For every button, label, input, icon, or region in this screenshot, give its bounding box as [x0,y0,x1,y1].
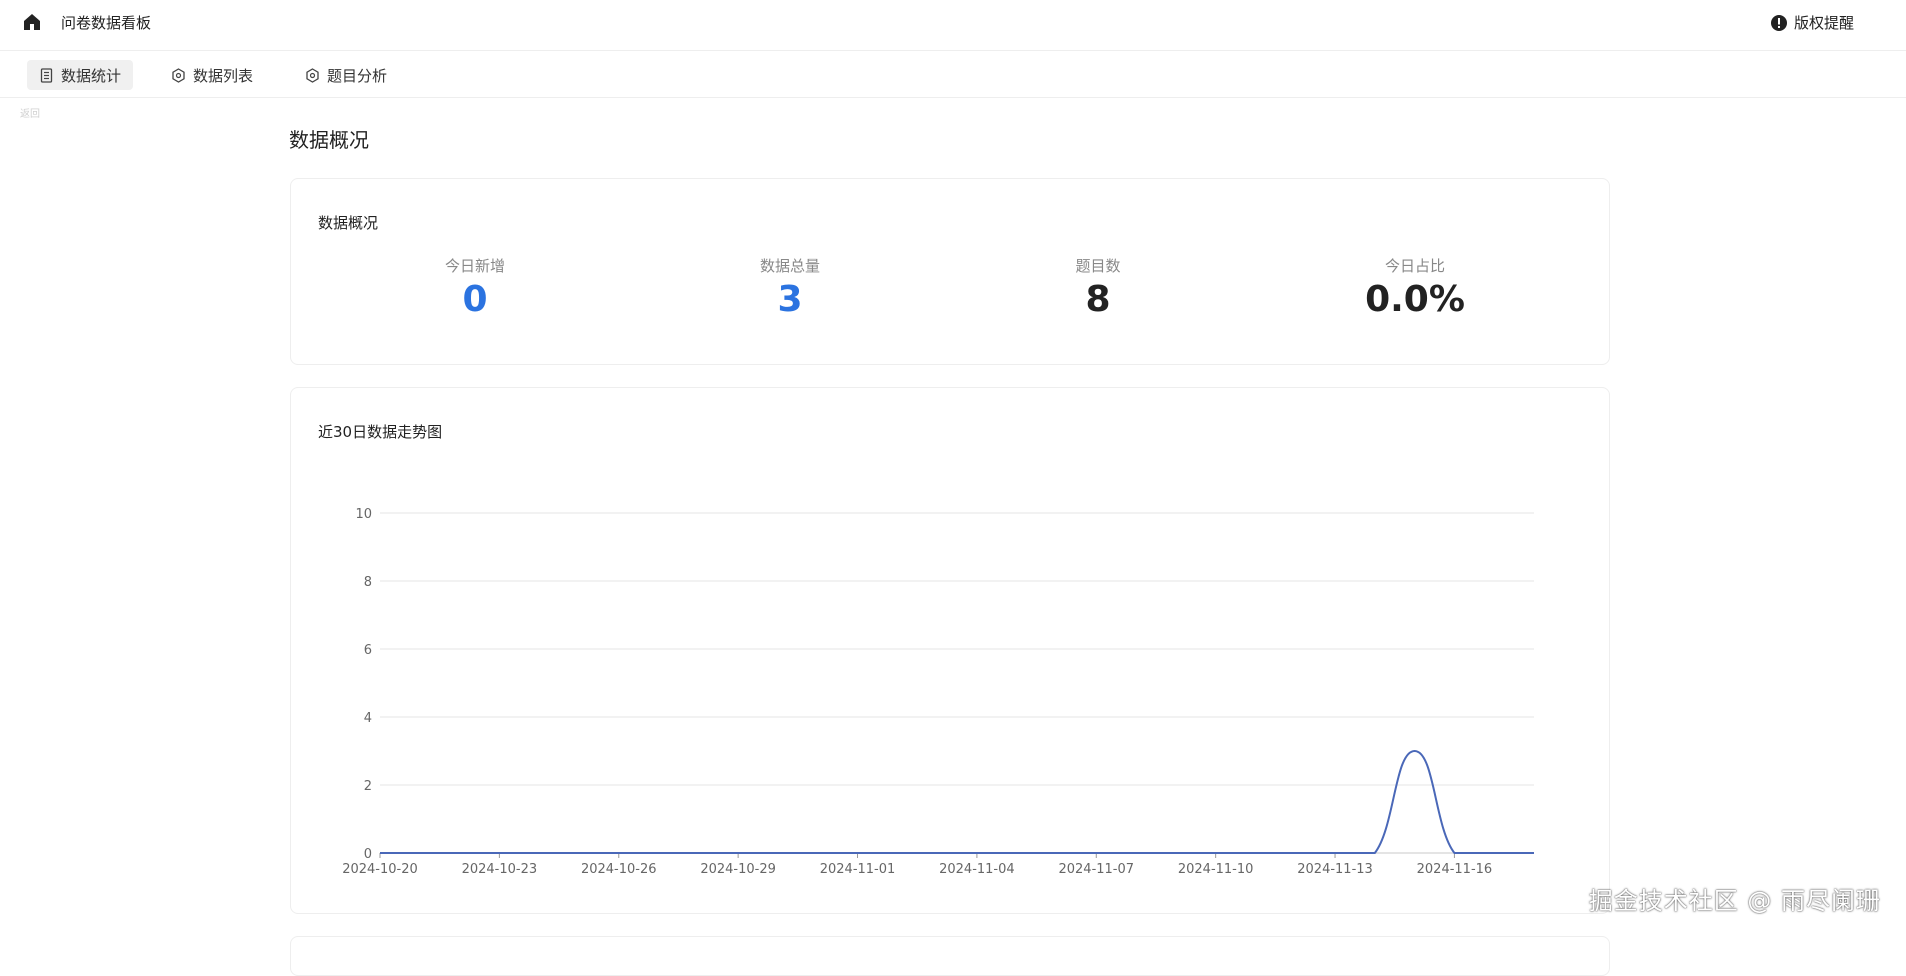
next-card [290,936,1610,976]
app-title: 问卷数据看板 [61,14,152,32]
x-tick-label: 2024-10-29 [700,862,776,877]
series-line [380,749,1534,854]
overview-card: 数据概况 今日新增 0 数据总量 3 题目数 8 今日占比 0.0% [290,178,1610,365]
y-tick-label: 0 [364,847,372,862]
ghost-label: 返回 [20,109,40,120]
hexagon-icon [306,67,319,83]
watermark: 掘金技术社区 @ 雨尽阑珊 [1588,887,1881,915]
stat-value: 0 [462,279,488,320]
tab-label: 数据列表 [193,66,254,85]
x-tick-label: 2024-10-23 [462,862,538,877]
overview-card-title: 数据概况 [318,214,379,232]
top-header: 问卷数据看板 版权提醒 [0,0,1906,51]
document-icon [40,67,53,83]
home-icon[interactable] [22,12,42,32]
x-tick-label: 2024-11-07 [1058,862,1134,877]
trend-line-chart: 0 2 4 6 8 10 2024-10-20 2024-10-23 2024-10-26 202… [342,507,1534,877]
page-heading: 数据概况 [289,128,369,152]
copyright-label: 版权提醒 [1793,14,1854,32]
tab-label: 数据统计 [61,66,122,85]
y-tick-label: 6 [364,643,372,658]
stat-total: 数据总量 3 [690,255,890,322]
y-tick-label: 4 [364,711,372,726]
tab-data-statistics[interactable]: 数据统计 [27,60,134,90]
copyright-notice-button[interactable]: 版权提醒 [1770,12,1854,33]
stat-question-count: 题目数 8 [998,255,1198,322]
x-tick-label: 2024-10-20 [342,862,418,877]
tab-question-analysis[interactable]: 题目分析 [293,60,399,90]
y-tick-label: 8 [364,575,372,590]
stat-today-ratio: 今日占比 0.0% [1315,255,1515,322]
stat-label: 数据总量 [759,257,820,275]
y-tick-label: 2 [364,779,372,794]
x-tick-label: 2024-11-16 [1417,862,1493,877]
tab-data-list[interactable]: 数据列表 [159,60,265,90]
stat-label: 今日占比 [1384,257,1445,275]
tab-bar: 返回 数据统计 数据列表 题目分析 [0,51,1906,120]
tab-label: 题目分析 [327,66,388,85]
hexagon-icon [172,67,185,83]
x-tick-label: 2024-11-10 [1178,862,1254,877]
x-tick-label: 2024-11-04 [939,862,1015,877]
stat-value: 3 [777,279,803,320]
y-tick-label: 10 [355,507,372,522]
stat-value: 0.0% [1365,279,1465,320]
stat-label: 今日新增 [444,257,505,275]
exclamation-circle-icon [1770,14,1787,31]
x-tick-label: 2024-10-26 [581,862,657,877]
x-tick-label: 2024-11-01 [820,862,896,877]
stat-value: 8 [1085,279,1111,320]
x-tick-label: 2024-11-13 [1297,862,1373,877]
stat-label: 题目数 [1075,257,1121,275]
stat-today-new: 今日新增 0 [375,255,575,322]
